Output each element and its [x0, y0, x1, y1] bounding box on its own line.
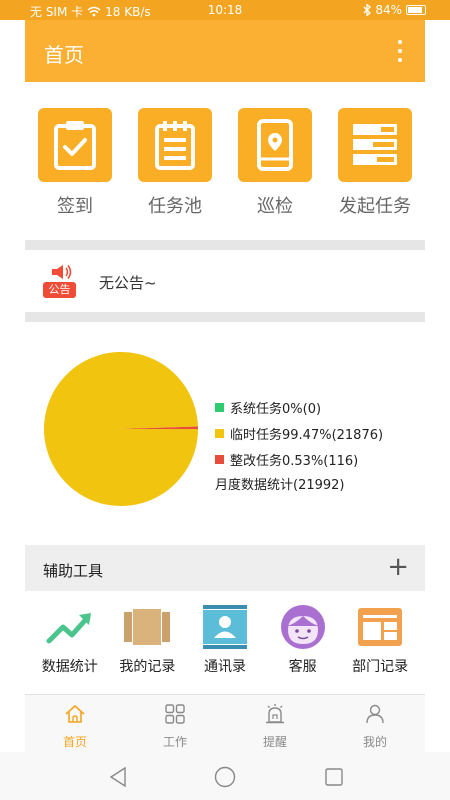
alarm-icon	[266, 704, 284, 724]
legend-item-system: 系统任务0%(0)	[215, 394, 383, 420]
nav-item-mine[interactable]: 我的	[325, 695, 425, 752]
quick-actions: 签到 任务池 巡检 发起任务	[25, 100, 425, 225]
my-records-button[interactable]: 我的记录	[109, 596, 187, 688]
nav-label-work: 工作	[162, 735, 187, 749]
customer-service-label: 客服	[288, 659, 317, 675]
legend-item-rectify: 整改任务0.53%(116)	[215, 446, 383, 472]
create-task-label: 发起任务	[339, 196, 411, 217]
legend-swatch-system	[215, 402, 224, 412]
sign-in-label: 签到	[57, 196, 93, 217]
bluetooth-icon	[363, 4, 372, 16]
data-statistics-button[interactable]: 数据统计	[31, 596, 109, 688]
patrol-label: 巡检	[257, 196, 293, 217]
announcement-bar[interactable]: 公告 无公告~	[25, 252, 425, 312]
legend-label-rectify: 整改任务0.53%(116)	[230, 453, 359, 469]
grid-icon	[165, 704, 185, 724]
megaphone-icon	[52, 265, 72, 279]
legend-swatch-temporary	[215, 428, 224, 438]
tools-row: 数据统计 我的记录 通讯录 客服 部门记录	[25, 596, 425, 688]
system-navigation-bar	[0, 752, 450, 800]
announcement-text: 无公告~	[99, 274, 157, 292]
nav-item-home[interactable]: 首页	[25, 695, 125, 752]
customer-service-button[interactable]: 客服	[264, 596, 342, 688]
data-statistics-label: 数据统计	[41, 659, 98, 675]
status-right: 84%	[363, 3, 426, 17]
department-records-label: 部门记录	[352, 659, 409, 675]
person-icon	[366, 704, 384, 724]
divider	[25, 312, 425, 322]
department-records-button[interactable]: 部门记录	[341, 596, 419, 688]
back-icon[interactable]	[108, 766, 128, 788]
home-icon	[65, 704, 85, 723]
contacts-icon	[201, 604, 249, 650]
legend-swatch-rectify	[215, 454, 224, 464]
legend-label-system: 系统任务0%(0)	[230, 401, 322, 417]
notepad-icon	[138, 108, 212, 182]
recent-apps-icon[interactable]	[324, 766, 344, 788]
bottom-nav: 首页 工作 提醒 我的	[25, 694, 425, 752]
nav-label-home: 首页	[62, 735, 87, 749]
legend-label-temporary: 临时任务99.47%(21876)	[230, 427, 384, 443]
nav-label-mine: 我的	[362, 735, 387, 749]
contacts-label: 通讯录	[203, 659, 246, 675]
legend-item-temporary: 临时任务99.47%(21876)	[215, 420, 383, 446]
chart-caption: 月度数据统计(21992)	[215, 478, 345, 493]
chart-legend: 系统任务0%(0) 临时任务99.47%(21876) 整改任务0.53%(11…	[215, 394, 383, 472]
clipboard-check-icon	[38, 108, 112, 182]
tools-title: 辅助工具	[43, 562, 104, 580]
nav-label-reminder: 提醒	[262, 735, 287, 749]
contacts-button[interactable]: 通讯录	[186, 596, 264, 688]
task-pool-label: 任务池	[148, 196, 202, 217]
announcement-badge: 公告	[43, 264, 77, 298]
battery-icon	[406, 5, 426, 15]
more-menu-icon[interactable]	[397, 40, 403, 62]
home-circle-icon[interactable]	[214, 766, 236, 788]
announcement-tag: 公告	[43, 282, 76, 298]
tools-header: 辅助工具 +	[25, 545, 425, 591]
trend-chart-icon	[46, 604, 94, 650]
task-pool-button[interactable]: 任务池	[130, 100, 220, 225]
status-bar: 无 SIM 卡 18 KB/s 10:18 84%	[0, 0, 450, 20]
battery-percent: 84%	[375, 3, 402, 17]
pie-chart	[43, 351, 199, 506]
add-tool-button[interactable]: +	[387, 553, 409, 581]
panel-icon	[356, 604, 404, 650]
sign-in-button[interactable]: 签到	[30, 100, 120, 225]
my-records-label: 我的记录	[119, 659, 176, 675]
face-icon	[279, 604, 327, 650]
book-icon	[123, 604, 171, 650]
app-bar: 首页	[25, 20, 425, 82]
divider	[25, 240, 425, 250]
create-task-button[interactable]: 发起任务	[330, 100, 420, 225]
list-bars-icon	[338, 108, 412, 182]
task-pie-chart: 系统任务0%(0) 临时任务99.47%(21876) 整改任务0.53%(11…	[25, 322, 425, 542]
patrol-button[interactable]: 巡检	[230, 100, 320, 225]
phone-location-icon	[238, 108, 312, 182]
home-screen: 无 SIM 卡 18 KB/s 10:18 84% 首页 签到 任务池 巡检 发…	[0, 0, 450, 800]
nav-item-work[interactable]: 工作	[125, 695, 225, 752]
nav-item-reminder[interactable]: 提醒	[225, 695, 325, 752]
page-title: 首页	[44, 43, 84, 67]
